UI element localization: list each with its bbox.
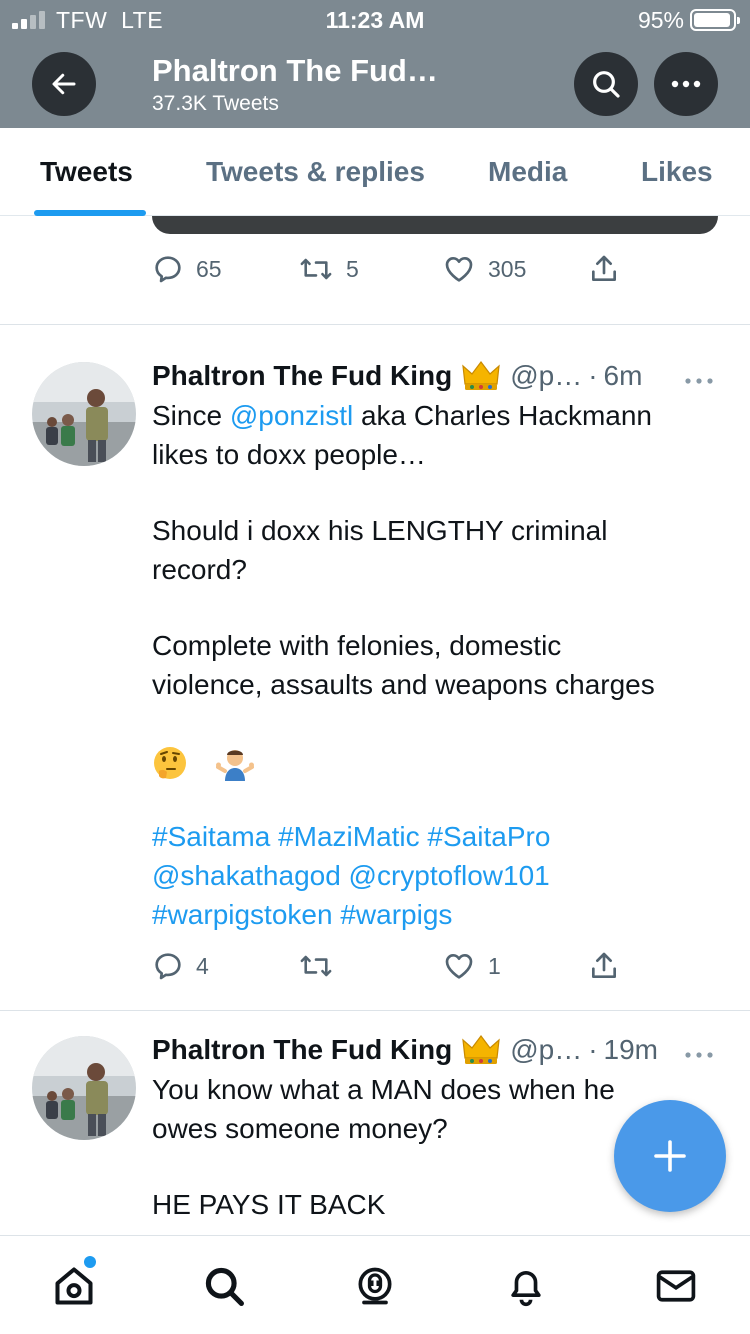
share-icon [592,255,616,281]
tweet-header: Phaltron The Fud King @p… · 6m [152,358,642,394]
nav-explore[interactable] [200,1262,248,1310]
bottom-navigation [0,1235,750,1334]
reply-button[interactable]: 4 [152,950,209,982]
reply-count: 65 [196,255,222,282]
tweet-line: You know what a MAN does when he [152,1074,615,1105]
like-count: 305 [488,255,527,282]
retweet-icon [300,258,332,280]
profile-name: Phaltron The Fud… [152,53,438,88]
tweet-count: 37.3K Tweets [152,92,279,115]
explore-icon [205,1267,244,1306]
tweet-time[interactable]: 6m [604,360,643,392]
avatar[interactable] [32,1036,136,1140]
tweet-more-button[interactable] [684,1046,714,1064]
author-handle[interactable]: @p… [510,360,582,392]
tweet-line: Should i doxx his LENGTHY criminal [152,515,608,546]
crown-icon [462,1035,500,1064]
like-icon [445,954,473,979]
nav-messages[interactable] [652,1262,700,1310]
messages-icon [656,1270,696,1302]
unread-indicator [84,1256,96,1268]
nav-home[interactable] [50,1262,98,1310]
like-icon [445,257,473,282]
tab-media[interactable]: Media [488,156,567,188]
author-name[interactable]: Phaltron The Fud King [152,360,452,392]
tweet-divider [0,324,750,325]
tab-tweets-replies[interactable]: Tweets & replies [206,156,425,188]
back-button[interactable] [32,52,96,116]
more-options-button[interactable] [654,52,718,116]
compose-plus-icon [654,1140,686,1172]
tweet-line: record? [152,554,247,585]
like-button[interactable]: 1 [442,950,501,982]
like-button[interactable]: 305 [442,253,526,285]
tweet-header: Phaltron The Fud King @p… · 19m [152,1032,658,1068]
tweet-media[interactable] [152,216,718,234]
tweet-line: Since @ponzistl aka Charles Hackmann [152,400,653,431]
like-count: 1 [488,952,501,979]
mention-link[interactable]: @ponzistl [230,400,353,431]
more-icon [685,1052,713,1058]
reply-icon [155,953,181,980]
tweet-divider [0,1010,750,1011]
share-button[interactable] [588,950,620,982]
profile-header: TFW LTE 11:23 AM 95% Phaltron The Fud… 3… [0,0,750,128]
spaces-icon [358,1267,392,1305]
crown-icon [462,361,500,390]
profile-tabs: Tweets Tweets & replies Media Likes [0,128,750,216]
hashtag-line[interactable]: #warpigstoken #warpigs [152,895,722,934]
author-name[interactable]: Phaltron The Fud King [152,1034,452,1066]
nav-spaces[interactable] [351,1262,399,1310]
hashtag-line[interactable]: #Saitama #MaziMatic #SaitaPro [152,817,722,856]
separator-dot: · [588,360,598,391]
man-shrugging-icon [215,749,254,781]
search-icon [593,71,620,98]
more-icon [685,378,713,384]
battery-percent: 95% [637,7,684,33]
retweet-icon [300,955,332,977]
tab-likes[interactable]: Likes [641,156,713,188]
retweet-count: 5 [346,255,359,282]
separator-dot: · [588,1034,598,1065]
home-icon [55,1267,93,1305]
back-arrow-icon [52,73,76,95]
notifications-icon [511,1270,541,1307]
tweet-line: Complete with felonies, domestic [152,630,562,661]
reply-button[interactable]: 65 [152,253,222,285]
battery-icon [690,9,740,31]
status-bar: TFW LTE 11:23 AM 95% [0,0,750,40]
author-handle[interactable]: @p… [510,1034,582,1066]
tweet-more-button[interactable] [684,372,714,390]
share-button[interactable] [588,253,620,285]
tweet-line: likes to doxx people… [152,439,426,470]
tweet-text: Since @ponzistl aka Charles Hackmann lik… [152,396,722,934]
tweet-line: violence, assaults and weapons charges [152,669,655,700]
tab-tweets[interactable]: Tweets [40,156,133,188]
tweet-time[interactable]: 19m [604,1034,658,1066]
search-button[interactable] [574,52,638,116]
nav-notifications[interactable] [502,1262,550,1310]
compose-tweet-button[interactable] [614,1100,726,1212]
mention-line[interactable]: @shakathagod @cryptoflow101 [152,856,722,895]
thinking-face-icon [154,746,186,779]
reply-count: 4 [196,952,209,979]
share-icon [592,952,616,978]
retweet-button[interactable]: 5 [298,253,359,285]
active-tab-indicator [34,210,146,216]
reply-icon [155,256,181,283]
retweet-button[interactable] [298,950,346,982]
more-icon [671,80,701,88]
avatar[interactable] [32,362,136,466]
